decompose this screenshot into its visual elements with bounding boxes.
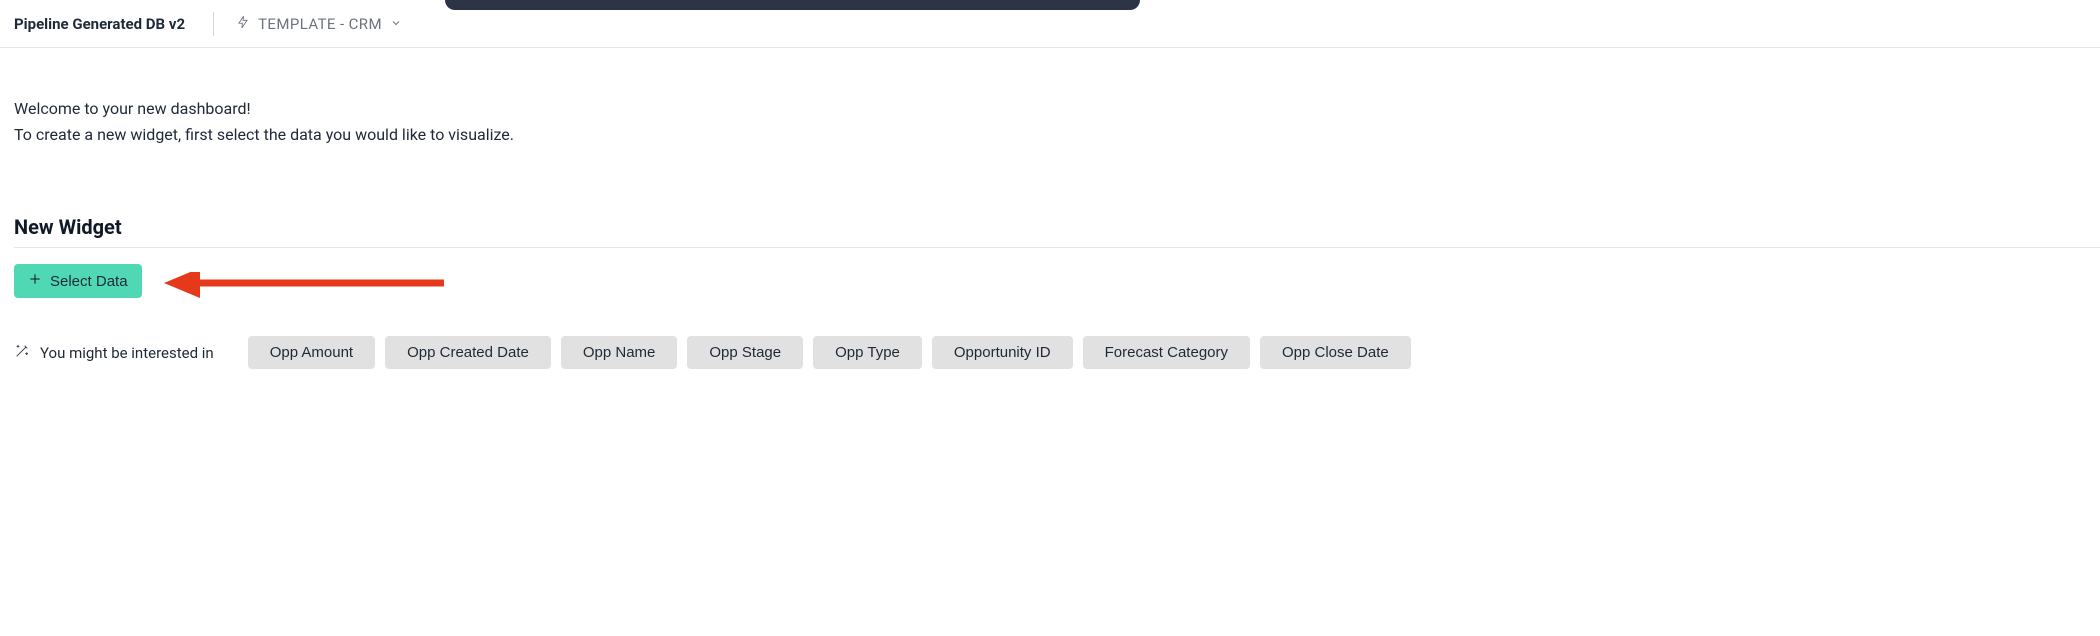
suggestion-chip[interactable]: Forecast Category [1083,336,1250,369]
plus-icon [28,272,42,290]
suggestions-row: You might be interested in Opp Amount Op… [14,336,2100,369]
suggestion-hint-label: You might be interested in [40,344,214,362]
suggestion-chip[interactable]: Opp Created Date [385,336,551,369]
suggestion-chip[interactable]: Opp Close Date [1260,336,1411,369]
select-data-row: Select Data [14,264,2100,298]
new-widget-heading: New Widget [14,215,2100,239]
lightning-icon [236,13,250,35]
template-selector[interactable]: TEMPLATE - CRM [214,13,420,35]
template-label: TEMPLATE - CRM [258,15,382,33]
database-title: Pipeline Generated DB v2 [14,15,213,33]
suggestion-chip[interactable]: Opportunity ID [932,336,1073,369]
separator [14,247,2100,248]
welcome-line-1: Welcome to your new dashboard! [14,96,2100,122]
suggestion-chip[interactable]: Opp Amount [248,336,375,369]
chevron-down-icon [390,15,402,33]
suggestion-hint: You might be interested in [14,343,214,363]
suggestion-chip[interactable]: Opp Type [813,336,922,369]
select-data-button[interactable]: Select Data [14,264,142,298]
main-content: Welcome to your new dashboard! To create… [0,48,2100,369]
suggestion-chip[interactable]: Opp Stage [687,336,803,369]
welcome-line-2: To create a new widget, first select the… [14,122,2100,148]
annotation-arrow [164,272,444,302]
select-data-label: Select Data [50,273,128,290]
top-dark-bar [445,0,1140,10]
wand-icon [14,343,30,363]
suggestion-chip[interactable]: Opp Name [561,336,678,369]
welcome-text: Welcome to your new dashboard! To create… [14,96,2100,147]
